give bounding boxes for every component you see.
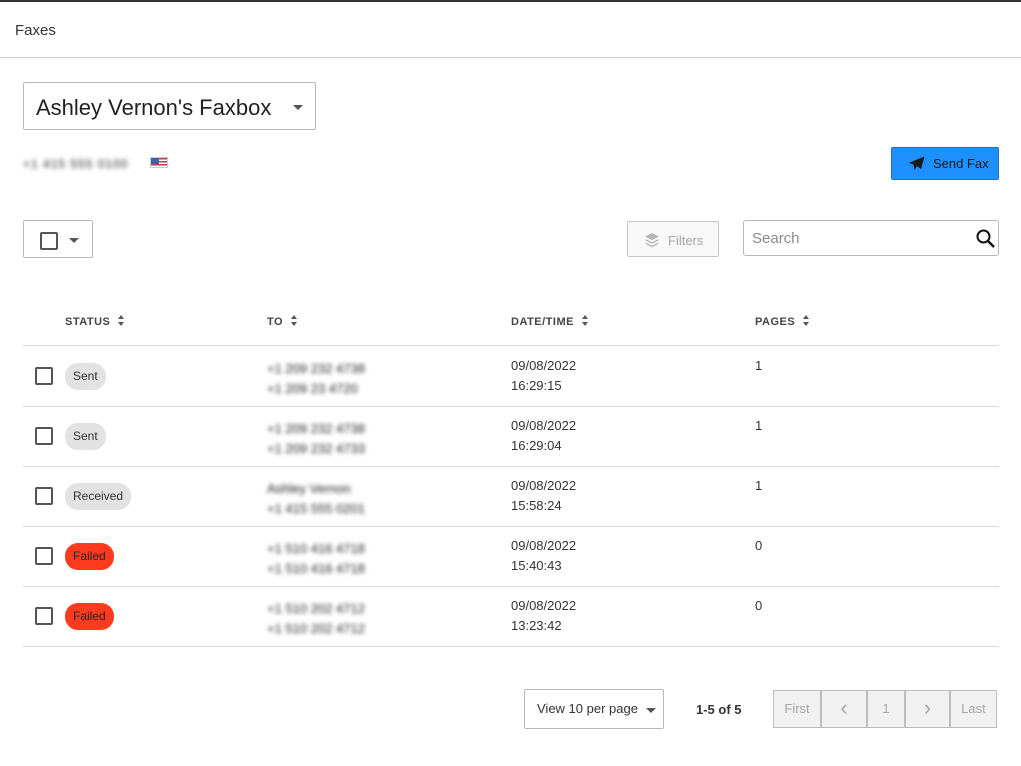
time: 15:40:43 — [511, 558, 562, 573]
datetime: 09/08/2022 15:40:43 — [511, 536, 576, 576]
row-checkbox[interactable] — [35, 367, 53, 385]
time: 16:29:04 — [511, 438, 562, 453]
search-input[interactable] — [752, 228, 972, 248]
recipient-line2: +1 510 202 4712 — [267, 621, 365, 636]
page-count: 1 — [755, 418, 763, 433]
date: 09/08/2022 — [511, 418, 577, 433]
search-icon[interactable] — [976, 229, 995, 253]
recipient: +1 510 416 4718 +1 510 416 4718 — [267, 539, 387, 579]
recipient: +1 510 202 4712 +1 510 202 4712 — [267, 599, 387, 639]
recipient-line1: +1 510 202 4712 — [267, 601, 365, 616]
sort-icon — [118, 315, 125, 327]
bulk-select-dropdown[interactable] — [23, 220, 93, 258]
page-title: Faxes — [15, 22, 56, 39]
time: 16:29:15 — [511, 378, 562, 393]
status-badge: Sent — [65, 363, 106, 390]
page-count: 0 — [755, 598, 763, 613]
table-header: STATUS TO DATE/TIME PAGES — [23, 306, 999, 346]
date: 09/08/2022 — [511, 478, 577, 493]
table-row[interactable]: Sent +1 209 232 4738 +1 209 23 4720 09/08… — [23, 347, 999, 407]
row-checkbox[interactable] — [35, 427, 53, 445]
paper-plane-icon — [908, 156, 925, 176]
datetime: 09/08/2022 16:29:15 — [511, 356, 576, 396]
per-page-value: View 10 per page — [537, 701, 638, 716]
results-range: 1-5 of 5 — [696, 702, 742, 717]
recipient-line2: +1 209 23 4720 — [267, 381, 358, 396]
faxbox-select[interactable]: Ashley Vernon's Faxbox — [23, 82, 316, 130]
recipient-line2: +1 209 232 4733 — [267, 441, 365, 456]
page-count: 0 — [755, 538, 763, 553]
recipient-line2: +1 510 416 4718 — [267, 561, 365, 576]
time: 15:58:24 — [511, 498, 562, 513]
table-row[interactable]: Sent +1 209 232 4738 +1 209 232 4733 09/0… — [23, 407, 999, 467]
status-badge: Failed — [65, 603, 114, 630]
date: 09/08/2022 — [511, 358, 577, 373]
status-badge: Sent — [65, 423, 106, 450]
page-count: 1 — [755, 358, 763, 373]
time: 13:23:42 — [511, 618, 562, 633]
send-fax-label: Send Fax — [933, 156, 989, 171]
us-flag-icon — [150, 157, 168, 168]
row-checkbox[interactable] — [35, 607, 53, 625]
table-row[interactable]: Failed +1 510 202 4712 +1 510 202 4712 09… — [23, 587, 999, 647]
chevron-down-icon — [293, 105, 303, 110]
sort-icon — [803, 315, 810, 327]
date: 09/08/2022 — [511, 538, 577, 553]
column-header-status[interactable]: STATUS — [65, 315, 125, 328]
first-page-button[interactable]: First — [773, 690, 821, 728]
column-header-pages-label: PAGES — [755, 316, 796, 328]
select-all-checkbox[interactable] — [40, 232, 58, 250]
row-checkbox[interactable] — [35, 487, 53, 505]
sort-icon — [581, 315, 588, 327]
prev-page-button[interactable]: ‹ — [821, 690, 867, 728]
last-page-button[interactable]: Last — [950, 690, 997, 728]
row-checkbox[interactable] — [35, 547, 53, 565]
recipient-line1: +1 209 232 4738 — [267, 421, 365, 436]
per-page-select[interactable]: View 10 per page — [524, 689, 664, 729]
faxbox-select-value: Ashley Vernon's Faxbox — [36, 95, 272, 120]
layers-icon — [644, 232, 660, 253]
search-box — [743, 220, 999, 256]
column-header-pages[interactable]: PAGES — [755, 315, 810, 328]
top-bar: Faxes — [0, 0, 1021, 58]
recipient-line2: +1 415 555 0201 — [267, 501, 365, 516]
status-badge: Failed — [65, 543, 114, 570]
chevron-down-icon — [69, 238, 79, 243]
table-row[interactable]: Received Ashley Vernon +1 415 555 0201 09… — [23, 467, 999, 527]
page-number-button[interactable]: 1 — [867, 690, 905, 728]
column-header-status-label: STATUS — [65, 316, 111, 328]
send-fax-button[interactable]: Send Fax — [891, 147, 999, 180]
recipient-line1: +1 510 416 4718 — [267, 541, 365, 556]
filters-label: Filters — [668, 233, 704, 248]
datetime: 09/08/2022 15:58:24 — [511, 476, 576, 516]
column-header-datetime[interactable]: DATE/TIME — [511, 315, 588, 328]
datetime: 09/08/2022 13:23:42 — [511, 596, 576, 636]
recipient: +1 209 232 4738 +1 209 23 4720 — [267, 359, 387, 399]
status-badge: Received — [65, 483, 132, 510]
chevron-down-icon — [646, 708, 656, 713]
faxbox-number-text: +1 415 555 0100 — [23, 157, 129, 171]
datetime: 09/08/2022 16:29:04 — [511, 416, 576, 456]
recipient: Ashley Vernon +1 415 555 0201 — [267, 479, 387, 519]
date: 09/08/2022 — [511, 598, 577, 613]
recipient: +1 209 232 4738 +1 209 232 4733 — [267, 419, 387, 459]
column-header-datetime-label: DATE/TIME — [511, 316, 574, 328]
faxbox-number: +1 415 555 0100 — [23, 155, 139, 171]
recipient-line1: Ashley Vernon — [267, 481, 351, 496]
column-header-to[interactable]: TO — [267, 315, 298, 328]
sort-icon — [291, 315, 298, 327]
page-count: 1 — [755, 478, 763, 493]
next-page-button[interactable]: › — [905, 690, 950, 728]
table-row[interactable]: Failed +1 510 416 4718 +1 510 416 4718 09… — [23, 527, 999, 587]
filters-button[interactable]: Filters — [627, 221, 719, 257]
column-header-to-label: TO — [267, 316, 284, 328]
recipient-line1: +1 209 232 4738 — [267, 361, 365, 376]
